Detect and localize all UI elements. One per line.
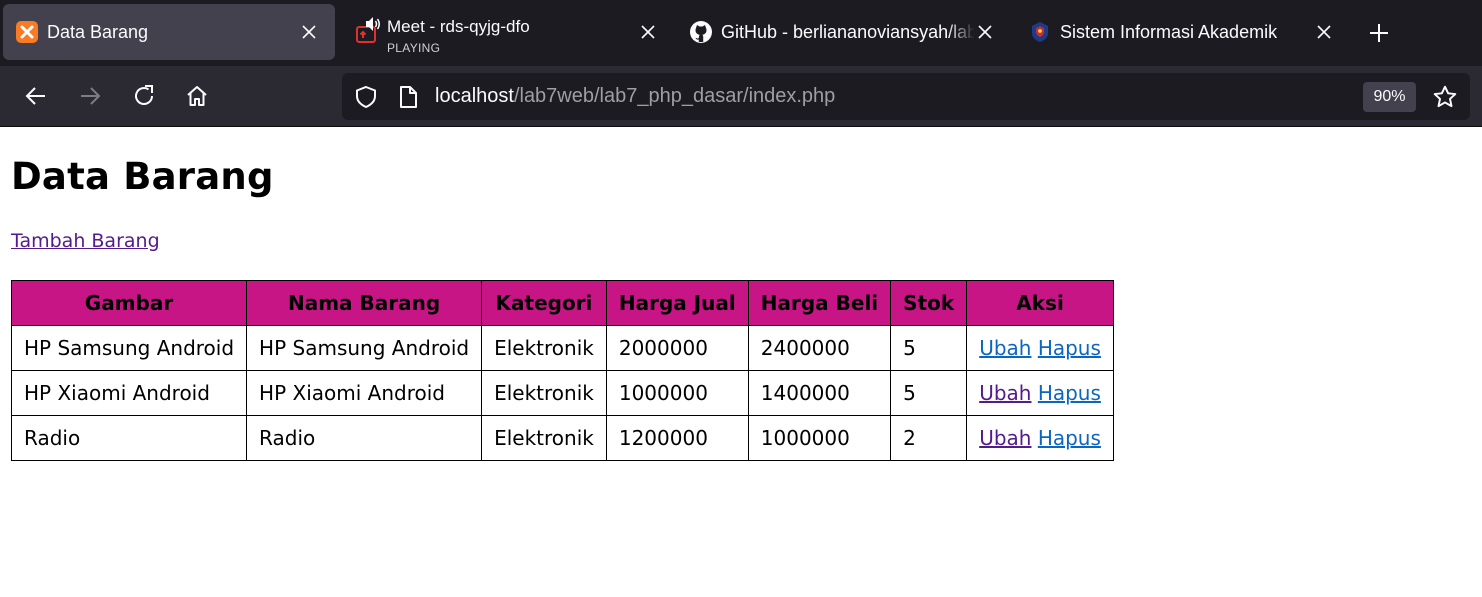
ubah-link[interactable]: Ubah xyxy=(979,426,1031,450)
cell-harga-jual: 2000000 xyxy=(605,325,749,371)
cell-harga-beli: 1000000 xyxy=(747,415,892,461)
url-path: /lab7web/lab7_php_dasar/index.php xyxy=(513,85,836,107)
tab-title: Sistem Informasi Akademik xyxy=(1060,22,1278,42)
table-row: HP Samsung Android HP Samsung Android El… xyxy=(10,325,1114,371)
cell-gambar: Radio xyxy=(10,415,248,461)
tab-title-fade xyxy=(947,18,975,46)
tab-strip: Data Barang Meet - rds-qyjg-dfo PLAYING xyxy=(0,0,1482,66)
tab-title: Data Barang xyxy=(47,22,149,42)
cell-harga-jual: 1200000 xyxy=(605,415,749,461)
bookmark-star-icon[interactable] xyxy=(1432,84,1458,110)
tab-audio-status: PLAYING xyxy=(387,41,441,55)
column-header-aksi: Aksi xyxy=(966,280,1114,326)
cell-aksi: Ubah Hapus xyxy=(966,370,1114,416)
cell-nama-barang: Radio xyxy=(246,415,483,461)
zoom-level-button[interactable]: 90% xyxy=(1363,82,1416,112)
column-header-kategori: Kategori xyxy=(481,280,607,326)
new-tab-plus-icon[interactable] xyxy=(1366,20,1392,46)
column-header-nama-barang: Nama Barang xyxy=(246,280,483,326)
cell-harga-beli: 1400000 xyxy=(747,370,892,416)
github-icon xyxy=(689,20,713,44)
hapus-link[interactable]: Hapus xyxy=(1038,426,1101,450)
page-content: Data Barang Tambah Barang Gambar Nama Ba… xyxy=(0,127,1482,597)
column-header-gambar: Gambar xyxy=(10,280,248,326)
cell-aksi: Ubah Hapus xyxy=(966,325,1114,371)
cell-kategori: Elektronik xyxy=(481,325,607,371)
cell-kategori: Elektronik xyxy=(481,415,607,461)
home-icon[interactable] xyxy=(183,82,211,110)
tab-title: Meet - rds-qyjg-dfo xyxy=(387,17,530,36)
shield-icon[interactable] xyxy=(354,85,378,109)
close-tab-icon[interactable] xyxy=(638,22,658,42)
tab-title: GitHub - berliananoviansyah/lab xyxy=(721,22,974,42)
table-row: Radio Radio Elektronik 1200000 1000000 2… xyxy=(10,415,1114,461)
tab-data-barang[interactable]: Data Barang xyxy=(3,4,335,60)
cell-kategori: Elektronik xyxy=(481,370,607,416)
column-header-harga-jual: Harga Jual xyxy=(605,280,749,326)
data-barang-table: Gambar Nama Barang Kategori Harga Jual H… xyxy=(10,280,1114,461)
close-tab-icon[interactable] xyxy=(975,22,995,42)
tambah-barang-link[interactable]: Tambah Barang xyxy=(11,230,160,252)
university-icon xyxy=(1028,20,1052,44)
navigation-bar: localhost/lab7web/lab7_php_dasar/index.p… xyxy=(0,66,1482,127)
reload-icon[interactable] xyxy=(130,82,158,110)
url-text[interactable]: localhost/lab7web/lab7_php_dasar/index.p… xyxy=(435,85,835,108)
cell-stok: 5 xyxy=(890,370,968,416)
url-bar[interactable]: localhost/lab7web/lab7_php_dasar/index.p… xyxy=(342,73,1470,120)
close-tab-icon[interactable] xyxy=(1314,22,1334,42)
ubah-link[interactable]: Ubah xyxy=(979,336,1031,360)
cell-aksi: Ubah Hapus xyxy=(966,415,1114,461)
close-tab-icon[interactable] xyxy=(299,22,319,42)
cell-gambar: HP Xiaomi Android xyxy=(10,370,248,416)
hapus-link[interactable]: Hapus xyxy=(1038,336,1101,360)
page-icon[interactable] xyxy=(396,85,420,109)
column-header-harga-beli: Harga Beli xyxy=(747,280,892,326)
column-header-stok: Stok xyxy=(890,280,968,326)
tab-github[interactable]: GitHub - berliananoviansyah/lab xyxy=(677,4,1007,60)
cell-gambar: HP Samsung Android xyxy=(10,325,248,371)
page-title: Data Barang xyxy=(11,155,274,198)
cell-stok: 2 xyxy=(890,415,968,461)
table-row: HP Xiaomi Android HP Xiaomi Android Elek… xyxy=(10,370,1114,416)
url-host: localhost xyxy=(435,85,514,107)
speaker-icon[interactable] xyxy=(365,16,381,36)
cell-harga-jual: 1000000 xyxy=(605,370,749,416)
tab-sistem-informasi-akademik[interactable]: Sistem Informasi Akademik xyxy=(1016,4,1346,60)
xampp-icon xyxy=(15,20,39,44)
tab-meet[interactable]: Meet - rds-qyjg-dfo PLAYING xyxy=(343,4,673,60)
back-arrow-icon[interactable] xyxy=(22,82,50,110)
cell-nama-barang: HP Samsung Android xyxy=(246,325,483,371)
hapus-link[interactable]: Hapus xyxy=(1038,381,1101,405)
cell-harga-beli: 2400000 xyxy=(747,325,892,371)
table-header-row: Gambar Nama Barang Kategori Harga Jual H… xyxy=(10,280,1114,326)
ubah-link[interactable]: Ubah xyxy=(979,381,1031,405)
cell-nama-barang: HP Xiaomi Android xyxy=(246,370,483,416)
cell-stok: 5 xyxy=(890,325,968,371)
forward-arrow-icon[interactable] xyxy=(76,82,104,110)
